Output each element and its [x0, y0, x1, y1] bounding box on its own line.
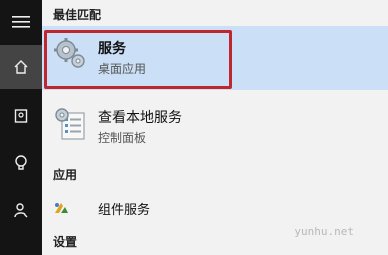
component-services-icon	[55, 203, 68, 213]
watermark: yunhu.net	[294, 225, 354, 238]
result-subtitle: 控制面板	[98, 131, 147, 145]
app-label: 组件服务	[98, 203, 151, 218]
result-view-local-services[interactable]: 查看本地服务 控制面板	[42, 95, 388, 159]
feedback-icon[interactable]	[0, 188, 42, 232]
apps-header: 应用	[53, 168, 78, 182]
search-results-panel: 最佳匹配 服务 桌面应用 查看本地服务 控制面板 应用 组件服务 设置 yunh…	[42, 0, 388, 255]
home-icon[interactable]	[0, 45, 42, 89]
result-title: 查看本地服务	[98, 110, 182, 126]
settings-header: 设置	[53, 235, 78, 249]
best-match-header: 最佳匹配	[53, 8, 102, 22]
hamburger-menu-icon[interactable]	[0, 0, 42, 44]
notebook-icon[interactable]	[0, 94, 42, 138]
lightbulb-icon[interactable]	[0, 141, 42, 185]
app-component-services[interactable]: 组件服务	[42, 193, 388, 223]
control-panel-services-icon	[55, 108, 85, 140]
annotation-highlight-box	[44, 30, 232, 89]
sidebar-rail	[0, 0, 42, 255]
